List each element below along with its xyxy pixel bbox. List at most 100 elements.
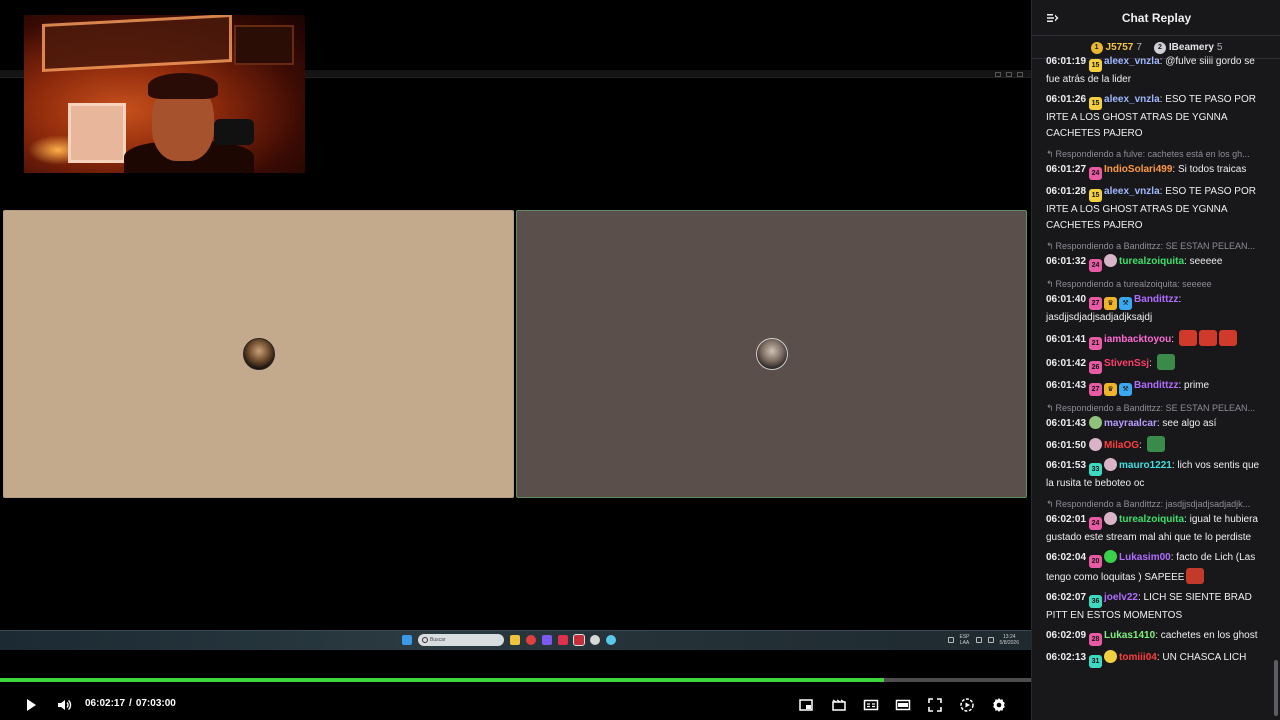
reply-text: Respondiendo a turealzoiquita: seeeee	[1055, 279, 1212, 289]
user-badge-icon: 15	[1089, 189, 1103, 202]
current-time: 06:02:17	[85, 698, 126, 709]
reply-context: ↰ Respondiendo a turealzoiquita: seeeee	[1032, 274, 1280, 290]
app-icon	[526, 635, 536, 645]
message-timestamp: 06:02:01	[1046, 514, 1087, 525]
reply-text: Respondiendo a Bandittzz: SE ESTAN PELEA…	[1055, 403, 1255, 413]
chat-message[interactable]: 06:01:26 15 aleex_vnzla: ESO TE PASO POR I…	[1032, 90, 1280, 144]
chat-username[interactable]: MilaOG	[1104, 440, 1139, 451]
user-badge-icon: 15	[1089, 59, 1103, 72]
chat-title: Chat Replay	[1121, 11, 1192, 25]
message-timestamp: 06:01:28	[1046, 186, 1087, 197]
volume-icon	[58, 699, 72, 711]
volume-button[interactable]	[55, 696, 73, 714]
participant-avatar	[755, 338, 788, 370]
seek-bar[interactable]	[0, 678, 1031, 682]
message-timestamp: 06:01:43	[1046, 380, 1087, 391]
chat-message[interactable]: 06:01:19 15 aleex_vnzla: @fulve siiii gord…	[1032, 52, 1280, 90]
play-button[interactable]	[22, 696, 40, 714]
chat-username[interactable]: aleex_vnzla	[1104, 56, 1160, 67]
chat-username[interactable]: joelv22	[1104, 592, 1138, 603]
chat-username[interactable]: Lukas1410	[1104, 630, 1155, 641]
reply-context: ↰ Respondiendo a Bandittzz: jasdjjsdjadjs…	[1032, 494, 1280, 510]
chat-scrollbar[interactable]	[1274, 660, 1278, 716]
chat-message[interactable]: 06:02:01 24 turealzoiquita: igual te hubie…	[1032, 510, 1280, 548]
user-badge-icon	[1104, 550, 1118, 563]
emote-icon	[1218, 330, 1237, 346]
message-timestamp: 06:02:09	[1046, 630, 1087, 641]
miniplayer-button[interactable]	[797, 696, 815, 714]
chat-message[interactable]: 06:01:27 24 IndioSolari499: Si todos traic…	[1032, 160, 1280, 182]
chat-message[interactable]: 06:01:41 21 iambacktoyou:	[1032, 328, 1280, 352]
chat-message[interactable]: 06:01:50 MilaOG:	[1032, 434, 1280, 456]
chat-username[interactable]: aleex_vnzla	[1104, 94, 1160, 105]
app-icon	[606, 635, 616, 645]
chat-message-list[interactable]: 06:01:19 15 aleex_vnzla: @fulve siiii gord…	[1032, 52, 1280, 720]
emote-icon	[1156, 354, 1175, 370]
theater-mode-button[interactable]	[894, 696, 912, 714]
chat-message[interactable]: 06:01:43 27 ♛ ⚒ Bandittzz: prime	[1032, 376, 1280, 398]
player-controls: 06:02:17/07:03:00	[0, 688, 1031, 720]
fullscreen-button[interactable]	[926, 696, 944, 714]
chat-message[interactable]: 06:02:13 31 tomiii04: UN CHASCA LICH	[1032, 648, 1280, 670]
user-badge-icon: ♛	[1104, 383, 1118, 396]
total-time: 07:03:00	[135, 698, 176, 709]
user-badge-icon: 20	[1089, 555, 1103, 568]
chat-message[interactable]: 06:01:43 mayraalcar: see algo así	[1032, 414, 1280, 434]
time-display: 06:02:17/07:03:00	[85, 698, 176, 709]
clip-icon	[832, 699, 846, 711]
chat-username[interactable]: turealzoiquita	[1119, 256, 1184, 267]
reply-text: Respondiendo a Bandittzz: SE ESTAN PELEA…	[1055, 241, 1255, 251]
settings-button[interactable]	[990, 696, 1008, 714]
user-badge-icon: 33	[1089, 463, 1103, 476]
miniplayer-icon	[799, 699, 813, 711]
chat-message[interactable]: 06:01:28 15 aleex_vnzla: ESO TE PASO POR I…	[1032, 182, 1280, 236]
reply-arrow-icon: ↰	[1046, 279, 1054, 289]
chat-username[interactable]: IndioSolari499	[1104, 164, 1172, 175]
time-separator: /	[129, 698, 132, 709]
app-icon	[558, 635, 568, 645]
message-text: prime	[1184, 380, 1210, 391]
user-badge-icon	[1104, 458, 1118, 471]
video-player[interactable]: Buscar ESP LAA 13:24 5/8/2026 06:02:17 /…	[0, 0, 1031, 720]
gear-icon	[993, 698, 1005, 712]
chat-username[interactable]: Lukasim00	[1119, 552, 1171, 563]
user-badge-icon: 36	[1089, 595, 1103, 608]
message-timestamp: 06:01:50	[1046, 440, 1087, 451]
chat-username[interactable]: turealzoiquita	[1119, 514, 1184, 525]
chat-username[interactable]: Bandittzz	[1134, 380, 1178, 391]
chat-message[interactable]: 06:01:53 33 mauro1221: lich vos sentis que…	[1032, 456, 1280, 494]
message-timestamp: 06:01:26	[1046, 94, 1087, 105]
chat-username[interactable]: StivenSsj	[1104, 358, 1149, 369]
chat-message[interactable]: 06:01:40 27 ♛ ⚒ Bandittzz: jasdjjsdjadjsadja…	[1032, 290, 1280, 328]
chat-username[interactable]: mauro1221	[1119, 460, 1172, 471]
chat-username[interactable]: Bandittzz	[1134, 294, 1178, 305]
tray-language: ESP LAA	[960, 634, 970, 646]
message-timestamp: 06:01:40	[1046, 294, 1087, 305]
chat-message[interactable]: 06:01:32 24 turealzoiquita: seeeee	[1032, 252, 1280, 274]
shared-screen-window-buttons	[995, 72, 1023, 77]
chat-message[interactable]: 06:02:04 20 Lukasim00: facto de Lich (Las …	[1032, 548, 1280, 588]
message-timestamp: 06:01:43	[1046, 418, 1087, 429]
chat-username[interactable]: aleex_vnzla	[1104, 186, 1160, 197]
user-badge-icon: 21	[1089, 337, 1103, 350]
speed-icon	[960, 698, 974, 712]
chat-message[interactable]: 06:02:07 36 joelv22: LICH SE SIENTE BRAD P…	[1032, 588, 1280, 626]
user-badge-icon: ⚒	[1119, 383, 1133, 396]
user-badge-icon: 27	[1089, 383, 1103, 396]
emote-icon	[1186, 568, 1205, 584]
emote-icon	[1146, 436, 1165, 452]
user-badge-icon: ⚒	[1119, 297, 1133, 310]
captions-button[interactable]	[862, 696, 880, 714]
user-badge-icon: 26	[1089, 361, 1103, 374]
clip-button[interactable]	[830, 696, 848, 714]
chat-username[interactable]: tomiii04	[1119, 652, 1157, 663]
browser-icon	[590, 635, 600, 645]
chat-message[interactable]: 06:01:42 26 StivenSsj:	[1032, 352, 1280, 376]
chat-username[interactable]: mayraalcar	[1104, 418, 1157, 429]
chat-username[interactable]: iambacktoyou	[1104, 334, 1171, 345]
volume-icon	[987, 637, 994, 643]
play-icon	[27, 699, 36, 711]
chat-message[interactable]: 06:02:09 28 Lukas1410: cachetes en los gho…	[1032, 626, 1280, 648]
reply-context: ↰ Respondiendo a Bandittzz: SE ESTAN PELE…	[1032, 398, 1280, 414]
playback-speed-button[interactable]	[958, 696, 976, 714]
